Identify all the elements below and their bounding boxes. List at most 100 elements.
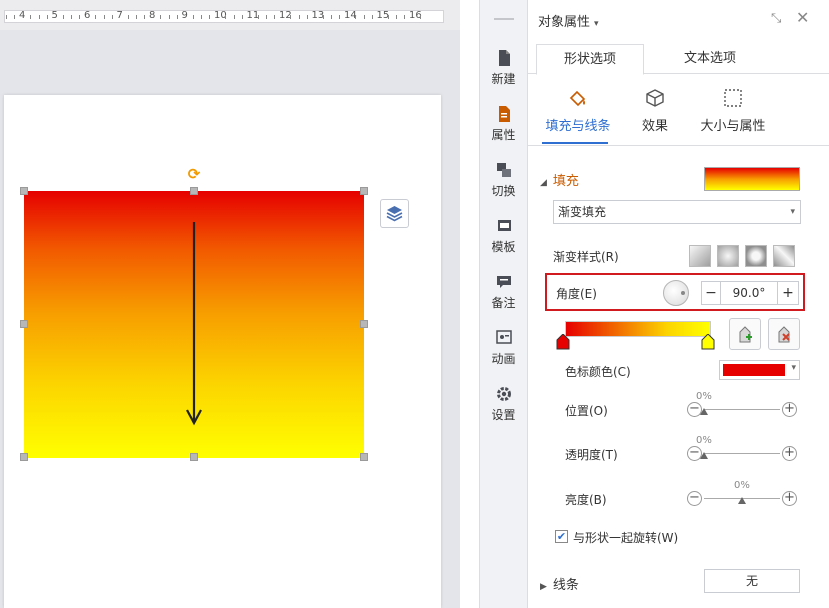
sidebar-item-label: 新建	[491, 72, 516, 86]
angle-dial[interactable]	[663, 280, 689, 306]
resize-handle-top-left[interactable]	[20, 187, 28, 195]
resize-handle-left[interactable]	[20, 320, 28, 328]
panel-title[interactable]: 对象属性 ▾	[538, 11, 599, 30]
transition-icon	[496, 163, 511, 177]
ruler-tick	[274, 15, 275, 19]
remove-gradient-stop-button[interactable]	[768, 318, 800, 350]
resize-handle-bottom[interactable]	[190, 453, 198, 461]
ruler-tick	[363, 15, 365, 19]
line-style-select[interactable]: 无	[704, 569, 800, 593]
fill-section-header[interactable]: ◢ 填充	[540, 170, 579, 189]
gradient-stop-yellow[interactable]	[701, 334, 715, 350]
sidebar-item-transition[interactable]: 切换	[480, 160, 527, 210]
resize-handle-bottom-right[interactable]	[360, 453, 368, 461]
layers-button[interactable]	[380, 199, 409, 228]
fill-type-select[interactable]: 渐变填充 ▾	[553, 200, 801, 224]
line-section-header[interactable]: ▶ 线条	[540, 574, 579, 593]
ruler-number: 9	[181, 10, 188, 21]
add-gradient-stop-button[interactable]	[729, 318, 761, 350]
ruler-number: 7	[116, 10, 123, 21]
gradient-style-rectangular-button[interactable]	[745, 245, 767, 267]
gradient-stop-red[interactable]	[556, 334, 570, 350]
ruler-track: 4 5 6 7 8 9 10 11 12 13 14 15 16	[4, 10, 444, 23]
tab-shape-options[interactable]: 形状选项	[536, 44, 644, 75]
brightness-value: 0%	[734, 480, 750, 491]
brightness-label: 亮度(B)	[565, 493, 607, 507]
tab-text-options[interactable]: 文本选项	[656, 44, 764, 75]
ruler-tick	[209, 15, 210, 19]
resize-handle-top-right[interactable]	[360, 187, 368, 195]
new-document-icon	[498, 50, 510, 66]
rotate-handle-icon[interactable]: ⟳	[186, 166, 202, 182]
ruler-tick	[127, 15, 129, 19]
transparency-slider-track[interactable]	[704, 453, 780, 454]
ruler-tick	[79, 15, 80, 19]
panel-tabs: 形状选项 文本选项	[528, 40, 829, 75]
properties-icon	[498, 106, 510, 122]
ruler-tick	[111, 15, 113, 19]
sidebar-item-new[interactable]: 新建	[480, 48, 527, 98]
position-label: 位置(O)	[565, 404, 608, 418]
sidebar-item-label: 动画	[491, 352, 516, 366]
ruler-number: 5	[51, 10, 58, 21]
brightness-slider-thumb[interactable]	[738, 497, 746, 504]
ruler-tick	[266, 15, 267, 19]
ruler-tick	[192, 15, 194, 19]
cube-icon	[646, 89, 664, 107]
sidebar-grip[interactable]	[494, 18, 514, 20]
ruler-tick	[371, 15, 373, 19]
gradient-stops-bar[interactable]	[565, 321, 711, 337]
ruler-tick	[257, 15, 259, 19]
position-slider-thumb[interactable]	[700, 408, 708, 415]
paint-bucket-icon	[569, 90, 586, 107]
sidebar-item-label: 切换	[491, 184, 516, 198]
angle-decrement-button[interactable]: −	[701, 281, 721, 305]
position-value: 0%	[696, 391, 712, 402]
fill-header-label: 填充	[552, 174, 579, 189]
transparency-increment-button[interactable]: +	[782, 446, 797, 461]
brightness-slider-row: 亮度(B) − 0% +	[565, 480, 805, 511]
sidebar-item-template[interactable]: 模板	[480, 216, 527, 266]
position-slider-track[interactable]	[704, 409, 780, 410]
fill-color-swatch[interactable]	[704, 167, 800, 191]
rotate-with-shape-label[interactable]: 与形状一起旋转(W)	[573, 529, 678, 546]
gradient-style-linear-button[interactable]	[689, 245, 711, 267]
resize-handle-bottom-left[interactable]	[20, 453, 28, 461]
resize-handle-top[interactable]	[190, 187, 198, 195]
position-increment-button[interactable]: +	[782, 402, 797, 417]
angle-increment-button[interactable]: +	[777, 281, 799, 305]
sidebar-item-settings[interactable]: 设置	[480, 384, 527, 434]
transparency-slider-thumb[interactable]	[700, 452, 708, 459]
ruler-tick	[71, 15, 72, 19]
close-icon[interactable]: ✕	[796, 8, 809, 27]
gradient-style-path-button[interactable]	[773, 245, 795, 267]
subtab-label: 大小与属性	[700, 119, 766, 134]
resize-handle-right[interactable]	[360, 320, 368, 328]
sidebar-item-animation[interactable]: 动画	[480, 328, 527, 378]
subtab-fill-and-line[interactable]: 填充与线条	[538, 88, 618, 134]
brightness-increment-button[interactable]: +	[782, 491, 797, 506]
size-frame-icon	[724, 89, 742, 107]
subtab-label: 填充与线条	[545, 119, 611, 134]
sidebar-item-properties[interactable]: 属性	[480, 104, 527, 154]
subtab-effects[interactable]: 效果	[630, 88, 680, 134]
ruler-number: 8	[149, 10, 156, 21]
ruler-tick	[404, 15, 405, 19]
transparency-label: 透明度(T)	[565, 448, 618, 462]
ruler-number: 6	[84, 10, 91, 21]
ruler-tick	[331, 15, 332, 19]
rotate-with-shape-checkbox[interactable]: ✔	[555, 530, 568, 543]
sidebar-item-label: 模板	[491, 240, 516, 254]
subtab-size-and-properties[interactable]: 大小与属性	[688, 88, 778, 134]
stop-color-select[interactable]: ▾	[719, 360, 800, 380]
dock-pin-icon[interactable]: ⤡	[771, 11, 781, 26]
dropdown-arrow-icon: ▾	[791, 363, 796, 373]
sidebar-item-note[interactable]: 备注	[480, 272, 527, 322]
horizontal-ruler: 4 5 6 7 8 9 10 11 12 13 14 15 16	[0, 0, 460, 30]
brightness-decrement-button[interactable]: −	[687, 491, 702, 506]
angle-input[interactable]: 90.0°	[721, 281, 777, 305]
ruler-tick	[144, 15, 145, 19]
ruler-tick	[339, 15, 340, 19]
gear-icon	[496, 387, 511, 401]
gradient-style-radial-button[interactable]	[717, 245, 739, 267]
